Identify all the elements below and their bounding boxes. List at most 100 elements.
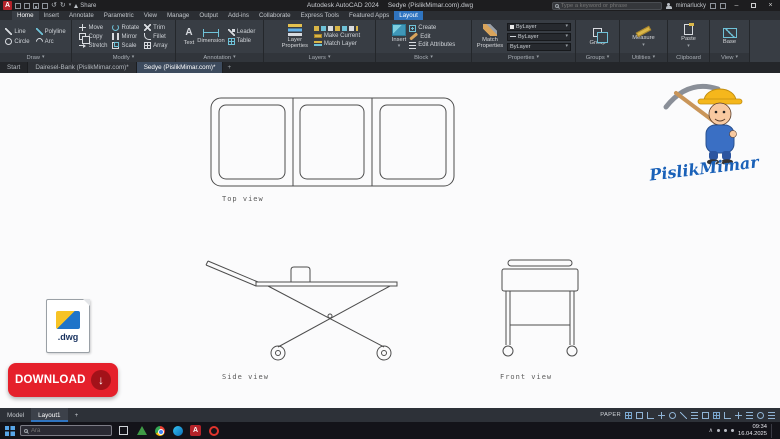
- open-file-icon[interactable]: [24, 3, 30, 9]
- username[interactable]: mimarlucky: [676, 3, 706, 9]
- object-snap-tracking-icon[interactable]: [680, 412, 687, 419]
- autocad-taskbar-button[interactable]: A: [189, 424, 202, 437]
- forest-app-button[interactable]: [135, 424, 148, 437]
- layer-properties-button[interactable]: Layer Properties: [279, 24, 311, 50]
- make-current-button[interactable]: Make Current: [314, 33, 360, 39]
- autocad-app-menu[interactable]: A: [3, 1, 12, 10]
- chrome-button[interactable]: [153, 424, 166, 437]
- new-drawing-tab-button[interactable]: +: [223, 62, 235, 73]
- paste-button[interactable]: Paste▾: [681, 24, 696, 48]
- save-icon[interactable]: [33, 3, 39, 9]
- edge-button[interactable]: [171, 424, 184, 437]
- download-button[interactable]: DOWNLOAD ↓: [8, 363, 118, 397]
- qat-dropdown-icon[interactable]: ▾: [69, 3, 72, 8]
- transparency-icon[interactable]: [702, 412, 709, 419]
- match-layer-button[interactable]: Match Layer: [314, 41, 360, 47]
- arc-button[interactable]: Arc: [36, 38, 66, 45]
- layout1-tab[interactable]: Layout1: [31, 408, 67, 422]
- help-search-input[interactable]: [561, 3, 659, 9]
- notifications-icon[interactable]: [720, 3, 726, 9]
- mirror-button[interactable]: Mirror: [112, 33, 139, 40]
- panel-clipboard-title[interactable]: Clipboard: [668, 53, 709, 62]
- isolate-objects-icon[interactable]: [757, 412, 764, 419]
- snap-icon[interactable]: [636, 412, 643, 419]
- circle-button[interactable]: Circle: [5, 38, 29, 45]
- insert-block-button[interactable]: Insert▾: [392, 24, 407, 49]
- trim-button[interactable]: Trim: [144, 24, 167, 31]
- start-button[interactable]: [5, 426, 15, 436]
- ribbon-tab-output[interactable]: Output: [194, 11, 223, 20]
- polar-tracking-icon[interactable]: [658, 412, 665, 419]
- space-indicator[interactable]: PAPER: [600, 412, 621, 418]
- edit-attributes-button[interactable]: Edit Attributes: [409, 42, 455, 49]
- panel-draw-title[interactable]: Draw▾: [0, 53, 71, 62]
- group-button[interactable]: Group: [589, 26, 605, 46]
- ribbon-tab-layout[interactable]: Layout: [394, 11, 423, 20]
- array-button[interactable]: Array: [144, 42, 167, 49]
- copy-button[interactable]: Copy: [79, 33, 107, 40]
- ortho-icon[interactable]: [647, 412, 654, 419]
- volume-icon[interactable]: [724, 429, 727, 432]
- scale-button[interactable]: Scale: [112, 42, 139, 49]
- ribbon-tab-collaborate[interactable]: Collaborate: [254, 11, 296, 20]
- customization-icon[interactable]: [768, 412, 775, 419]
- ribbon-tab-home[interactable]: Home: [12, 11, 39, 20]
- model-tab[interactable]: Model: [0, 408, 31, 422]
- text-button[interactable]: AText: [184, 27, 195, 46]
- ribbon-tab-insert[interactable]: Insert: [39, 11, 64, 20]
- panel-layers-title[interactable]: Layers▾: [264, 53, 375, 62]
- restore-button[interactable]: [747, 0, 760, 11]
- close-button[interactable]: ×: [764, 0, 777, 11]
- base-view-button[interactable]: Base: [723, 28, 737, 45]
- ribbon-tab-view[interactable]: View: [139, 11, 162, 20]
- show-desktop-button[interactable]: [771, 424, 774, 438]
- panel-modify-title[interactable]: Modify▾: [72, 53, 175, 62]
- lineweight-dropdown[interactable]: ByLayer▾: [507, 43, 571, 51]
- object-snap-icon[interactable]: [669, 412, 676, 419]
- ribbon-tab-addins[interactable]: Add-ins: [223, 11, 254, 20]
- file-tab-start[interactable]: Start: [0, 62, 28, 73]
- selection-cycling-icon[interactable]: [713, 412, 720, 419]
- undo-icon[interactable]: ↺: [51, 2, 57, 9]
- linetype-dropdown[interactable]: ByLayer▾: [507, 33, 571, 41]
- help-search-box[interactable]: [552, 2, 662, 10]
- panel-utilities-title[interactable]: Utilities▾: [620, 53, 667, 62]
- new-file-icon[interactable]: [15, 3, 21, 9]
- file-tab-dairesel-bank[interactable]: Dairesel-Bank (PislikMimar.com)*: [28, 62, 136, 73]
- ribbon-tab-manage[interactable]: Manage: [162, 11, 194, 20]
- network-icon[interactable]: [717, 429, 720, 432]
- grid-icon[interactable]: [625, 412, 632, 419]
- rotate-button[interactable]: Rotate: [112, 24, 139, 31]
- leader-button[interactable]: Leader: [228, 29, 256, 36]
- workspace-icon[interactable]: [746, 412, 753, 419]
- edit-block-button[interactable]: Edit: [409, 34, 455, 40]
- drawing-canvas[interactable]: Top view Side view Front view PislikMima…: [0, 73, 780, 408]
- ribbon-tab-express-tools[interactable]: Express Tools: [296, 11, 344, 20]
- file-tab-sedye[interactable]: Sedye (PislikMimar.com)*: [137, 62, 224, 73]
- move-button[interactable]: Move: [79, 24, 107, 31]
- battery-icon[interactable]: [731, 429, 734, 432]
- line-button[interactable]: Line: [5, 28, 29, 35]
- minimize-button[interactable]: –: [730, 0, 743, 11]
- plot-icon[interactable]: [42, 3, 48, 9]
- dimension-button[interactable]: Dimension: [197, 29, 224, 44]
- taskbar-clock[interactable]: 09:34 16.04.2025: [738, 424, 767, 438]
- annotation-visibility-icon[interactable]: [735, 412, 742, 419]
- apps-icon[interactable]: [710, 3, 716, 9]
- panel-annotation-title[interactable]: Annotation▾: [176, 53, 263, 62]
- hidden-icons-chevron[interactable]: ∧: [709, 428, 713, 434]
- layer-state-icons[interactable]: [314, 26, 358, 31]
- table-button[interactable]: Table: [228, 38, 256, 45]
- ribbon-tab-annotate[interactable]: Annotate: [64, 11, 99, 20]
- new-layout-button[interactable]: +: [68, 408, 86, 422]
- redo-icon[interactable]: ↻: [60, 2, 66, 9]
- panel-block-title[interactable]: Block▾: [376, 53, 471, 62]
- taskbar-search-input[interactable]: [31, 428, 108, 434]
- panel-view-title[interactable]: View▾: [710, 53, 749, 62]
- create-block-button[interactable]: Create: [409, 25, 455, 32]
- taskbar-search-box[interactable]: [20, 425, 112, 436]
- share-button[interactable]: Share: [74, 3, 96, 9]
- panel-groups-title[interactable]: Groups▾: [576, 53, 619, 62]
- stretch-button[interactable]: Stretch: [79, 42, 107, 49]
- match-properties-button[interactable]: Match Properties: [476, 24, 504, 50]
